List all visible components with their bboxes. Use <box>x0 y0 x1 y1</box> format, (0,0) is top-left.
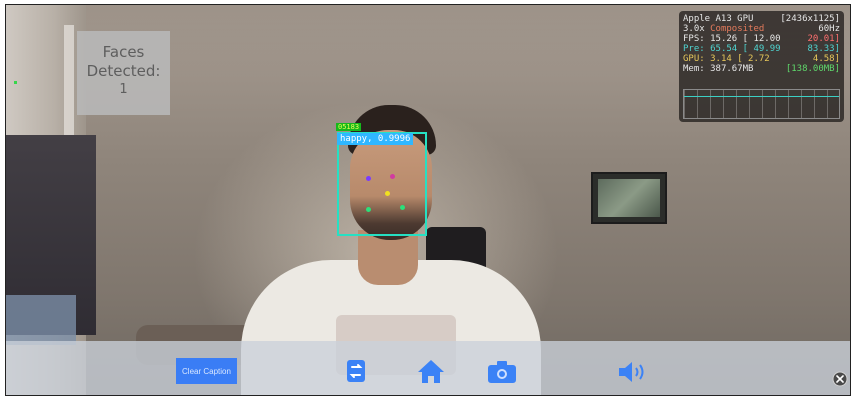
hud-pre-min: [ 49.99 <box>742 44 781 54</box>
hud-pre-max: 83.33] <box>807 44 840 54</box>
hud-fps-max: 20.01] <box>807 34 840 44</box>
close-circle-icon[interactable] <box>832 371 848 387</box>
landmark-mouth-left <box>366 207 371 212</box>
camera-switch-icon[interactable] <box>344 358 368 384</box>
hud-pre-label: Pre: <box>683 44 705 54</box>
hud-resolution: [2436x1125] <box>780 14 840 24</box>
hud-gpu-max: 4.58] <box>812 54 840 64</box>
camera-icon[interactable] <box>487 360 517 384</box>
face-bounding-box <box>337 132 427 236</box>
landmark-right-eye <box>390 174 395 179</box>
camera-view: Faces Detected: 1 05183 happy, 0.9996 Ap… <box>5 4 851 396</box>
hud-fps: 15.26 <box>710 34 738 44</box>
hud-mode: Composited <box>710 24 765 34</box>
hud-gpu-label: GPU: <box>683 54 705 64</box>
faces-detected-count: 1 <box>119 82 128 97</box>
hud-scale: 3.0x <box>683 24 705 34</box>
indicator-dot <box>14 81 17 84</box>
hud-fps-min: [ 12.00 <box>742 34 781 44</box>
landmark-nose <box>385 191 390 196</box>
landmark-left-eye <box>366 176 371 181</box>
shelf-object <box>6 295 76 345</box>
emotion-label: happy, 0.9996 <box>337 133 414 145</box>
faces-detected-panel: Faces Detected: 1 <box>77 31 170 115</box>
faces-detected-label: Faces Detected: <box>86 43 161 80</box>
home-icon[interactable] <box>417 358 445 384</box>
clear-caption-button[interactable]: Clear Caption <box>176 358 237 384</box>
hud-pre: 65.54 <box>710 44 738 54</box>
hud-fps-label: FPS: <box>683 34 705 44</box>
hud-mem: 387.67MB <box>710 64 754 74</box>
landmark-mouth-right <box>400 205 405 210</box>
hud-graph <box>683 89 840 119</box>
wall-picture <box>591 172 667 224</box>
detection-id-tag: 05183 <box>336 123 362 131</box>
speaker-icon[interactable] <box>617 359 647 385</box>
hud-mem-peak: [138.00MB] <box>785 64 840 74</box>
performance-hud: Apple A13 GPU [2436x1125] 3.0x Composited… <box>679 11 844 122</box>
hud-refresh: 60Hz <box>818 24 840 34</box>
hud-mem-label: Mem: <box>683 64 705 74</box>
hud-gpu-name: Apple A13 GPU <box>683 14 754 24</box>
hud-gpu-min: [ 2.72 <box>737 54 770 64</box>
hud-gpu-time: 3.14 <box>710 54 732 64</box>
